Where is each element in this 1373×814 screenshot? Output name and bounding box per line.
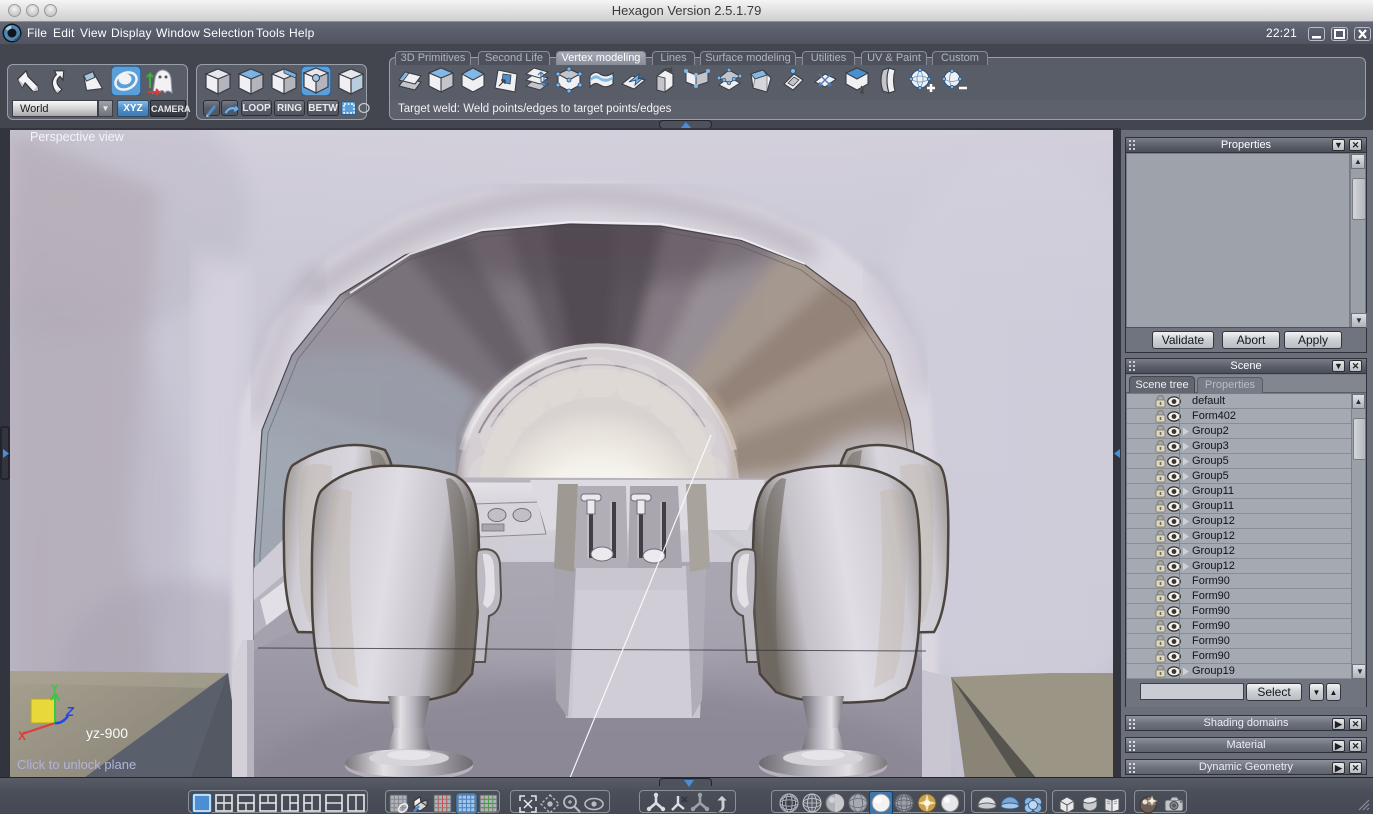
svg-text:Click to unlock plane: Click to unlock plane <box>17 757 136 772</box>
svg-text:X: X <box>18 729 26 743</box>
svg-text:Perspective view: Perspective view <box>30 130 125 144</box>
svg-text:Y: Y <box>51 683 59 695</box>
svg-text:yz-900: yz-900 <box>86 725 128 741</box>
svg-text:Z: Z <box>65 704 75 719</box>
